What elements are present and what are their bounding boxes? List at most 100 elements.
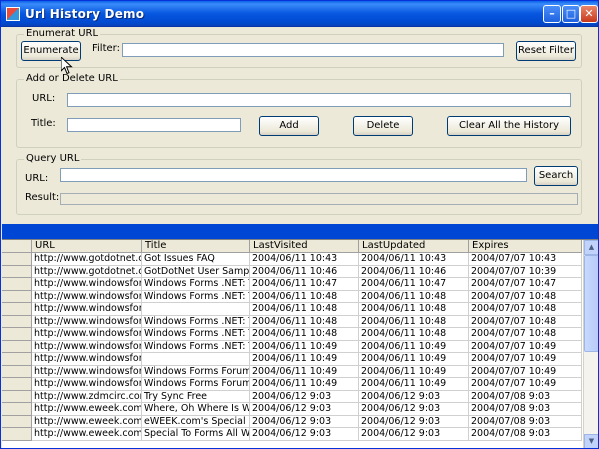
cell-expires[interactable]: 2004/07/07 10:47 — [469, 278, 582, 291]
delete-button[interactable]: Delete — [353, 116, 413, 136]
cell-url[interactable]: http://www.eweek.com/c — [32, 415, 142, 428]
cell-title[interactable] — [142, 353, 250, 366]
cell-expires[interactable]: 2004/07/07 10:49 — [469, 365, 582, 378]
cell-title[interactable]: Try Sync Free — [142, 390, 250, 403]
cell-url[interactable]: http://www.windowsforms — [32, 378, 142, 391]
cell-title[interactable]: Windows Forms .NET: The — [142, 340, 250, 353]
search-button[interactable]: Search — [534, 166, 578, 186]
vertical-scrollbar[interactable]: ▲ ▼ — [583, 240, 598, 448]
row-header[interactable] — [2, 340, 32, 353]
cell-expires[interactable]: 2004/07/07 10:49 — [469, 340, 582, 353]
cell-lastupdated[interactable]: 2004/06/11 10:46 — [359, 265, 469, 278]
table-row[interactable]: http://www.gotdotnet.co GotDotNet User Sa… — [2, 265, 582, 278]
cell-lastvisited[interactable]: 2004/06/12 9:03 — [250, 390, 359, 403]
cell-lastupdated[interactable]: 2004/06/11 10:43 — [359, 253, 469, 266]
cell-lastupdated[interactable]: 2004/06/11 10:47 — [359, 278, 469, 291]
cell-title[interactable]: Windows Forms .NET: The — [142, 278, 250, 291]
reset-filter-button[interactable]: Reset Filter — [516, 41, 576, 61]
cell-lastupdated[interactable]: 2004/06/11 10:49 — [359, 378, 469, 391]
column-header-lastvisited[interactable]: LastVisited — [250, 240, 359, 253]
table-row[interactable]: http://www.windowsforms2004/06/11 10:482… — [2, 303, 582, 316]
row-header[interactable] — [2, 315, 32, 328]
cell-url[interactable]: http://www.windowsforms — [32, 278, 142, 291]
table-row[interactable]: http://www.eweek.com/c eWEEK.com's Specia… — [2, 415, 582, 428]
table-row[interactable]: http://www.windowsformsWindows Forms .NE… — [2, 278, 582, 291]
cell-expires[interactable]: 2004/07/07 10:49 — [469, 378, 582, 391]
table-row[interactable]: http://www.zdmcirc.com/Try Sync Free 2004… — [2, 390, 582, 403]
query-url-input[interactable] — [60, 168, 527, 182]
cell-expires[interactable]: 2004/07/08 9:03 — [469, 428, 582, 441]
cell-title[interactable]: Windows Forms .NET: The — [142, 315, 250, 328]
cell-lastvisited[interactable]: 2004/06/11 10:47 — [250, 278, 359, 291]
cell-title[interactable]: Where, Oh Where Is Wind — [142, 403, 250, 416]
clear-history-button[interactable]: Clear All the History — [447, 116, 571, 136]
cell-lastupdated[interactable]: 2004/06/11 10:48 — [359, 328, 469, 341]
scrollbar-thumb[interactable] — [584, 255, 598, 352]
cell-expires[interactable]: 2004/07/07 10:49 — [469, 353, 582, 366]
column-header-expires[interactable]: Expires — [469, 240, 582, 253]
cell-lastvisited[interactable]: 2004/06/11 10:48 — [250, 315, 359, 328]
history-grid[interactable]: URL Title LastVisited LastUpdated Expire… — [2, 239, 598, 448]
cell-lastvisited[interactable]: 2004/06/12 9:03 — [250, 428, 359, 441]
close-icon[interactable]: ✕ — [580, 5, 598, 23]
table-row[interactable]: http://www.windowsformsWindows Forms .NE… — [2, 290, 582, 303]
cell-lastupdated[interactable]: 2004/06/11 10:48 — [359, 303, 469, 316]
cell-lastvisited[interactable]: 2004/06/12 9:03 — [250, 403, 359, 416]
cell-url[interactable]: http://www.windowsforms — [32, 328, 142, 341]
cell-lastupdated[interactable]: 2004/06/12 9:03 — [359, 415, 469, 428]
row-header[interactable] — [2, 390, 32, 403]
cell-title[interactable]: Got Issues FAQ — [142, 253, 250, 266]
table-row[interactable]: http://www.eweek.com/a Where, Oh Where Is… — [2, 403, 582, 416]
cell-expires[interactable]: 2004/07/07 10:48 — [469, 328, 582, 341]
cell-lastvisited[interactable]: 2004/06/11 10:48 — [250, 303, 359, 316]
cell-expires[interactable]: 2004/07/08 9:03 — [469, 415, 582, 428]
cell-url[interactable]: http://www.gotdotnet.co — [32, 253, 142, 266]
add-button[interactable]: Add — [259, 116, 319, 136]
cell-lastvisited[interactable]: 2004/06/11 10:48 — [250, 290, 359, 303]
minimize-icon[interactable]: – — [543, 5, 561, 23]
row-header[interactable] — [2, 328, 32, 341]
cell-url[interactable]: http://www.windowsforms — [32, 290, 142, 303]
cell-lastupdated[interactable]: 2004/06/11 10:48 — [359, 290, 469, 303]
row-header[interactable] — [2, 415, 32, 428]
cell-title[interactable] — [142, 303, 250, 316]
cell-lastupdated[interactable]: 2004/06/12 9:03 — [359, 428, 469, 441]
row-header[interactable] — [2, 278, 32, 291]
add-title-input[interactable] — [67, 118, 241, 132]
cell-url[interactable]: http://www.windowsforms — [32, 315, 142, 328]
title-bar[interactable]: Url History Demo – □ ✕ — [1, 1, 598, 27]
cell-expires[interactable]: 2004/07/07 10:39 — [469, 265, 582, 278]
splitter-bar[interactable] — [2, 224, 598, 239]
cell-expires[interactable]: 2004/07/07 10:43 — [469, 253, 582, 266]
cell-lastupdated[interactable]: 2004/06/11 10:49 — [359, 353, 469, 366]
cell-lastvisited[interactable]: 2004/06/11 10:48 — [250, 328, 359, 341]
table-row[interactable]: http://www.eweek.com/c Special To Forms A… — [2, 428, 582, 441]
cell-lastupdated[interactable]: 2004/06/12 9:03 — [359, 403, 469, 416]
cell-title[interactable]: Windows Forms Forums — [142, 378, 250, 391]
table-row[interactable]: http://www.windowsformsWindows Forms For… — [2, 365, 582, 378]
column-header-url[interactable]: URL — [32, 240, 142, 253]
cell-url[interactable]: http://www.windowsforms — [32, 365, 142, 378]
cell-lastupdated[interactable]: 2004/06/11 10:48 — [359, 315, 469, 328]
cell-expires[interactable]: 2004/07/08 9:03 — [469, 403, 582, 416]
cell-url[interactable]: http://www.zdmcirc.com/ — [32, 390, 142, 403]
cell-lastupdated[interactable]: 2004/06/11 10:49 — [359, 340, 469, 353]
row-header[interactable] — [2, 378, 32, 391]
cell-lastvisited[interactable]: 2004/06/11 10:46 — [250, 265, 359, 278]
column-header-title[interactable]: Title — [142, 240, 250, 253]
row-header[interactable] — [2, 265, 32, 278]
filter-input[interactable] — [122, 43, 504, 57]
maximize-icon[interactable]: □ — [562, 5, 580, 23]
cell-lastvisited[interactable]: 2004/06/11 10:49 — [250, 340, 359, 353]
cell-title[interactable]: Windows Forms .NET: The — [142, 328, 250, 341]
cell-lastvisited[interactable]: 2004/06/12 9:03 — [250, 415, 359, 428]
row-header[interactable] — [2, 403, 32, 416]
table-row[interactable]: http://www.windowsformsWindows Forms .NE… — [2, 328, 582, 341]
cell-expires[interactable]: 2004/07/07 10:48 — [469, 315, 582, 328]
cell-url[interactable]: http://www.eweek.com/c — [32, 428, 142, 441]
cell-lastupdated[interactable]: 2004/06/11 10:49 — [359, 365, 469, 378]
table-row[interactable]: http://www.windowsformsWindows Forms .NE… — [2, 340, 582, 353]
row-header[interactable] — [2, 303, 32, 316]
cell-expires[interactable]: 2004/07/07 10:48 — [469, 290, 582, 303]
cell-title[interactable]: Windows Forms .NET: The — [142, 290, 250, 303]
